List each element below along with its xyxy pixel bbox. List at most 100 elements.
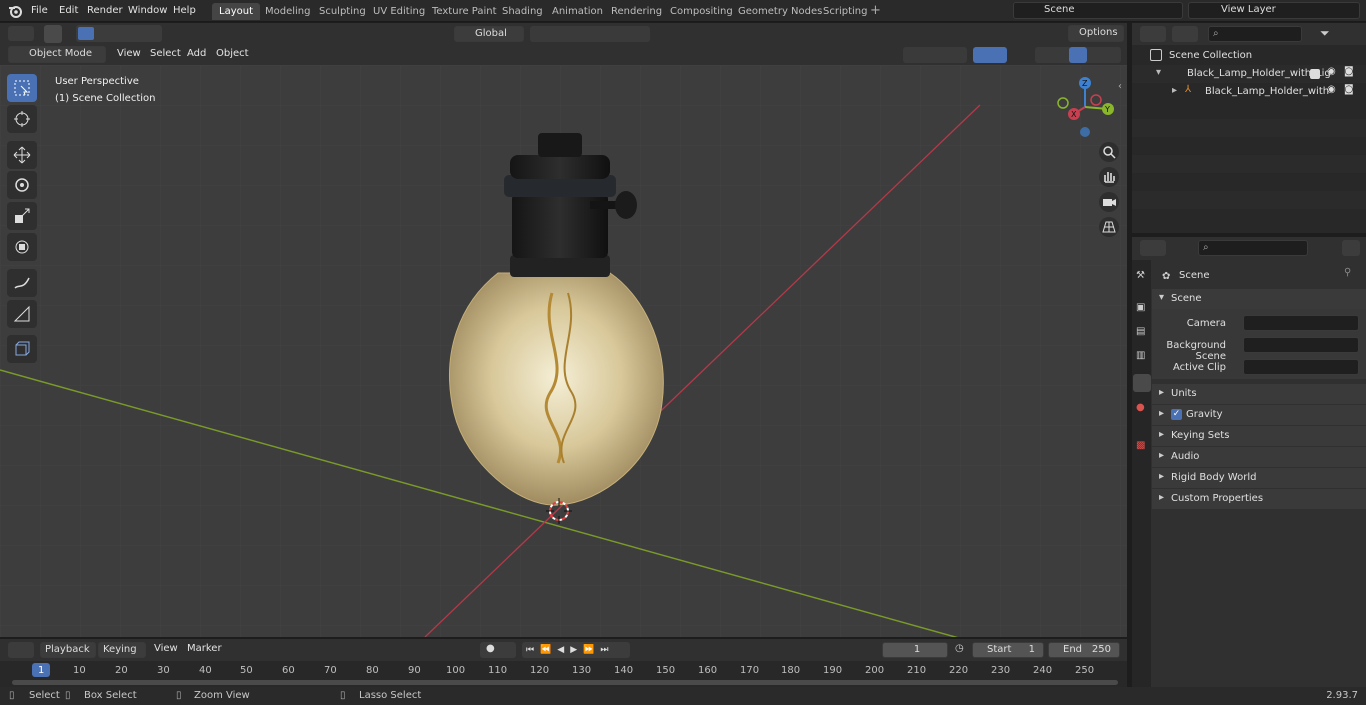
timeline-menu-view[interactable]: View [149, 641, 183, 657]
menu-object[interactable]: Object [211, 46, 254, 62]
outliner-editor-type[interactable] [1140, 26, 1166, 42]
properties-options-dropdown[interactable] [1342, 240, 1360, 256]
tab-compositing[interactable]: Compositing [663, 3, 740, 20]
properties-editor-type[interactable] [1140, 240, 1166, 256]
world-tab-icon[interactable]: ● [1136, 402, 1145, 413]
pin-icon[interactable]: ⚲ [1344, 267, 1351, 278]
tool-rotate[interactable] [7, 171, 37, 199]
custom-properties-panel-header[interactable]: ▸ Custom Properties [1152, 489, 1366, 509]
render-camera-icon[interactable]: ◙ [1344, 66, 1354, 77]
tool-transform[interactable] [7, 233, 37, 261]
tab-sculpting[interactable]: Sculpting [312, 3, 373, 20]
blender-logo-icon[interactable] [8, 4, 22, 18]
options-dropdown[interactable]: Options [1068, 25, 1124, 42]
timeline-editor-type[interactable] [8, 642, 34, 658]
shading-mode-buttons[interactable] [1035, 47, 1121, 63]
select-tool-button[interactable] [44, 25, 62, 43]
overlays-toggle[interactable] [973, 47, 1007, 63]
tool-select-box[interactable] [7, 74, 37, 102]
display-mode-dropdown[interactable] [1172, 26, 1198, 42]
playback-controls[interactable]: ⏮⏪◀▶⏩⏭ [522, 642, 630, 658]
transform-orientation-dropdown[interactable]: Global [454, 26, 524, 42]
navigation-gizmo[interactable]: Z Y X [1052, 73, 1118, 143]
outliner-search[interactable]: ⌕ [1208, 26, 1302, 42]
eye-icon[interactable]: ◉ [1327, 84, 1336, 95]
3d-cursor-icon[interactable] [546, 498, 572, 524]
audio-panel-header[interactable]: ▸ Audio [1152, 447, 1366, 467]
keying-sets-panel-header[interactable]: ▸ Keying Sets [1152, 426, 1366, 446]
tool-tab-icon[interactable]: ⚒ [1136, 270, 1145, 281]
outliner-row[interactable]: ▾ Black_Lamp_Holder_with_Lig ◉ ◙ [1132, 65, 1366, 83]
render-camera-icon[interactable]: ◙ [1344, 84, 1354, 95]
tab-animation[interactable]: Animation [545, 3, 610, 20]
perspective-toggle-icon[interactable] [1099, 217, 1119, 237]
tool-move[interactable] [7, 141, 37, 169]
texture-tab-icon[interactable]: ▩ [1136, 440, 1145, 451]
tool-add-cube[interactable] [7, 335, 37, 363]
tab-rendering[interactable]: Rendering [604, 3, 669, 20]
tab-shading[interactable]: Shading [495, 3, 550, 20]
outliner-row[interactable]: ▸ ⅄ Black_Lamp_Holder_with ◉ ◙ [1132, 83, 1366, 101]
camera-view-icon[interactable] [1099, 192, 1119, 212]
menu-render[interactable]: Render [82, 3, 128, 19]
3d-viewport[interactable]: User Perspective (1) Scene Collection Z … [0, 65, 1127, 637]
tab-uv-editing[interactable]: UV Editing [366, 3, 432, 20]
gravity-checkbox[interactable]: ✓ [1171, 409, 1182, 420]
sidebar-toggle-icon[interactable]: ‹ [1118, 81, 1122, 92]
expand-arrow-icon[interactable]: ▸ [1172, 85, 1177, 96]
menu-select[interactable]: Select [145, 46, 186, 62]
add-workspace-icon[interactable]: + [870, 3, 881, 18]
tool-annotate[interactable] [7, 269, 37, 297]
view-layer-selector[interactable]: View Layer [1188, 2, 1360, 19]
units-panel-header[interactable]: ▸ Units [1152, 384, 1366, 404]
menu-edit[interactable]: Edit [54, 3, 83, 19]
tool-measure[interactable] [7, 300, 37, 328]
properties-search[interactable]: ⌕ [1198, 240, 1308, 256]
rigid-body-panel-header[interactable]: ▸ Rigid Body World [1152, 468, 1366, 488]
checkbox-icon[interactable] [1310, 69, 1320, 79]
render-tab-icon[interactable]: ▣ [1136, 302, 1145, 313]
gravity-panel-header[interactable]: ▸ ✓ Gravity [1152, 405, 1366, 425]
tab-geometry-nodes[interactable]: Geometry Nodes [731, 3, 829, 20]
camera-field[interactable] [1243, 315, 1359, 331]
active-clip-field[interactable] [1243, 359, 1359, 375]
visibility-controls[interactable] [903, 47, 967, 63]
menu-file[interactable]: File [26, 3, 53, 19]
tab-modeling[interactable]: Modeling [258, 3, 318, 20]
start-frame-field[interactable]: Start 1 [972, 642, 1044, 658]
clock-icon[interactable]: ◷ [955, 643, 964, 654]
zoom-icon[interactable] [1099, 142, 1119, 162]
menu-view[interactable]: View [112, 46, 146, 62]
output-tab-icon[interactable]: ▤ [1136, 326, 1145, 337]
timeline-scrollbar[interactable] [12, 680, 1118, 685]
expand-arrow-icon[interactable]: ▾ [1156, 67, 1161, 78]
end-frame-field[interactable]: End 250 [1048, 642, 1120, 658]
mode-dropdown[interactable]: Object Mode [8, 46, 106, 63]
pan-hand-icon[interactable] [1099, 167, 1119, 187]
tool-scale[interactable] [7, 202, 37, 230]
scene-selector[interactable]: Scene [1013, 2, 1183, 19]
scene-tab-icon[interactable] [1133, 374, 1151, 392]
menu-help[interactable]: Help [168, 3, 201, 19]
keying-dropdown[interactable]: Keying [98, 642, 146, 658]
menu-window[interactable]: Window [123, 3, 172, 19]
timeline-menu-marker[interactable]: Marker [182, 641, 227, 657]
playback-dropdown[interactable]: Playback [40, 642, 96, 658]
current-frame-field[interactable]: 1 [882, 642, 948, 658]
tab-texture-paint[interactable]: Texture Paint [425, 3, 504, 20]
background-scene-field[interactable] [1243, 337, 1359, 353]
tool-cursor[interactable] [7, 105, 37, 133]
snapping-controls[interactable] [530, 26, 650, 42]
menu-add[interactable]: Add [182, 46, 211, 62]
outliner-root-label[interactable]: Scene Collection [1169, 50, 1252, 61]
editor-type-button[interactable] [8, 26, 34, 41]
view-layer-tab-icon[interactable]: ▥ [1136, 350, 1145, 361]
filter-icon[interactable]: ⏷ [1320, 26, 1330, 41]
scene-panel-header[interactable]: ▾ Scene [1152, 289, 1366, 309]
tab-scripting[interactable]: Scripting [816, 3, 874, 20]
selection-mode-buttons[interactable] [76, 25, 162, 42]
lamp-holder-object[interactable] [440, 133, 680, 523]
record-button[interactable]: ● [480, 642, 516, 658]
eye-icon[interactable]: ◉ [1327, 66, 1336, 77]
tab-layout[interactable]: Layout [212, 3, 260, 20]
